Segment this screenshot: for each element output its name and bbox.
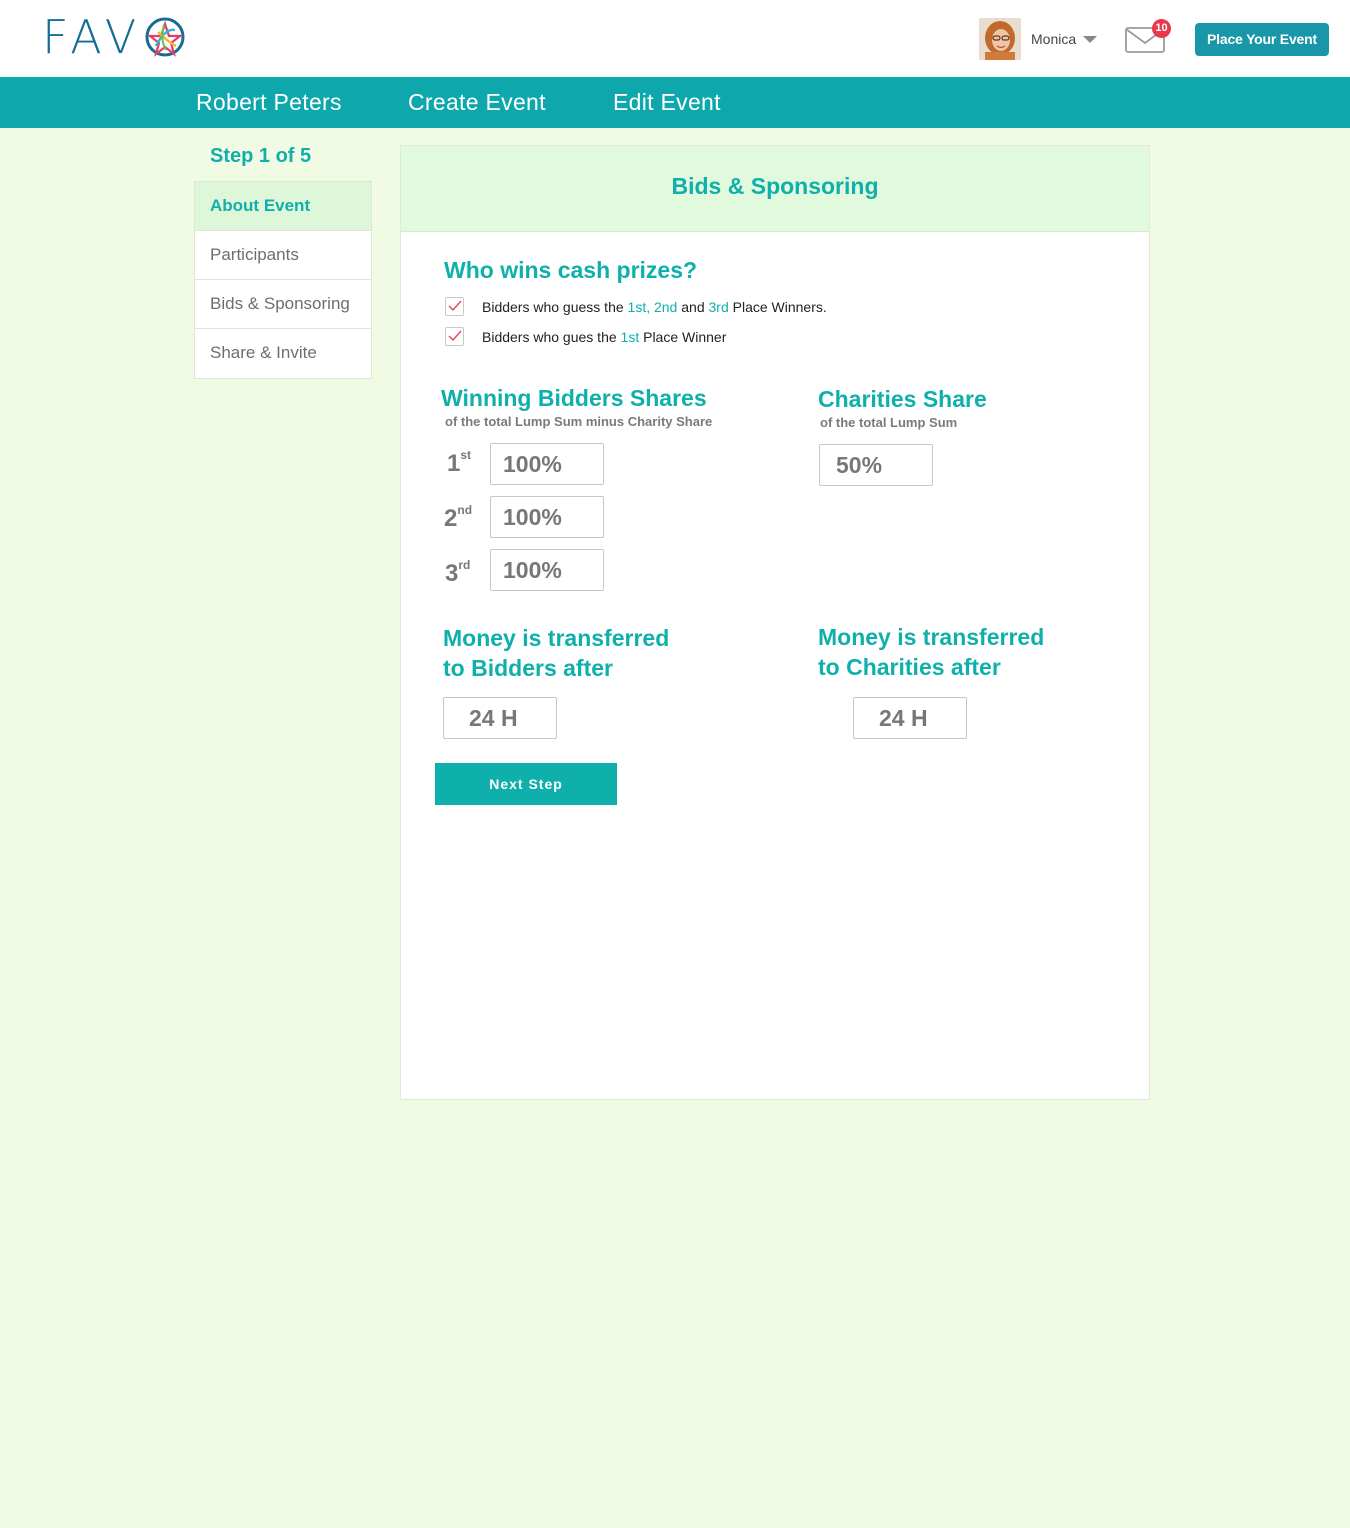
- logo-text: FAV: [42, 10, 143, 64]
- transfer-bidders-title: Money is transferred to Bidders after: [443, 625, 670, 681]
- user-name: Monica: [1031, 31, 1077, 47]
- next-step-button[interactable]: Next Step: [435, 763, 617, 805]
- charities-transfer-input[interactable]: 24 H: [853, 697, 967, 739]
- checkbox[interactable]: [445, 297, 464, 316]
- option-label: Bidders who gues the 1st Place Winner: [482, 328, 727, 345]
- place-your-event-button[interactable]: Place Your Event: [1195, 23, 1329, 56]
- charities-share-subtitle: of the total Lump Sum: [820, 415, 958, 430]
- logo-o-icon: [145, 17, 185, 57]
- second-place-share-input[interactable]: 100%: [490, 496, 604, 538]
- option-first-winner[interactable]: Bidders who gues the 1st Place Winner: [445, 327, 726, 346]
- step-menu: About Event Participants Bids & Sponsori…: [194, 181, 372, 379]
- first-place-share-input[interactable]: 100%: [490, 443, 604, 485]
- transfer-charities-title: Money is transferred to Charities after: [818, 624, 1045, 680]
- place-label-2nd: 2nd: [444, 503, 473, 532]
- option-three-winners[interactable]: Bidders who guess the 1st, 2nd and 3rd P…: [445, 297, 827, 316]
- bidders-shares-subtitle: of the total Lump Sum minus Charity Shar…: [445, 414, 713, 429]
- panel-title: Bids & Sponsoring: [401, 146, 1149, 232]
- step-item-about-event[interactable]: About Event: [195, 182, 371, 231]
- step-item-share-invite[interactable]: Share & Invite: [195, 329, 371, 378]
- top-header: FAV Monica 10 Place Your Event: [0, 0, 1350, 77]
- main-nav: Robert Peters Create Event Edit Event: [0, 77, 1350, 128]
- charities-share-title: Charities Share: [818, 386, 987, 412]
- step-item-bids-sponsoring[interactable]: Bids & Sponsoring: [195, 280, 371, 329]
- checkmark-icon: [448, 300, 462, 312]
- place-label-3rd: 3rd: [445, 558, 471, 587]
- third-place-share-input[interactable]: 100%: [490, 549, 604, 591]
- chevron-down-icon[interactable]: [1083, 35, 1098, 43]
- cash-prizes-question: Who wins cash prizes?: [444, 257, 698, 283]
- place-label-1st: 1st: [447, 448, 472, 477]
- favo-logo[interactable]: FAV: [42, 14, 186, 60]
- checkbox[interactable]: [445, 327, 464, 346]
- main-panel: Bids & Sponsoring Who wins cash prizes? …: [400, 145, 1150, 1100]
- bidders-shares-title: Winning Bidders Shares: [441, 385, 707, 411]
- checkmark-icon: [448, 330, 462, 342]
- avatar[interactable]: [979, 18, 1021, 60]
- notification-badge: 10: [1152, 19, 1171, 38]
- nav-item-robert-peters[interactable]: Robert Peters: [196, 89, 342, 116]
- option-label: Bidders who guess the 1st, 2nd and 3rd P…: [482, 298, 827, 315]
- nav-item-edit-event[interactable]: Edit Event: [613, 89, 721, 116]
- step-indicator: Step 1 of 5: [210, 145, 312, 167]
- bidders-transfer-input[interactable]: 24 H: [443, 697, 557, 739]
- user-menu[interactable]: Monica: [979, 18, 1098, 60]
- step-item-participants[interactable]: Participants: [195, 231, 371, 280]
- charities-share-input[interactable]: 50%: [819, 444, 933, 486]
- nav-item-create-event[interactable]: Create Event: [408, 89, 546, 116]
